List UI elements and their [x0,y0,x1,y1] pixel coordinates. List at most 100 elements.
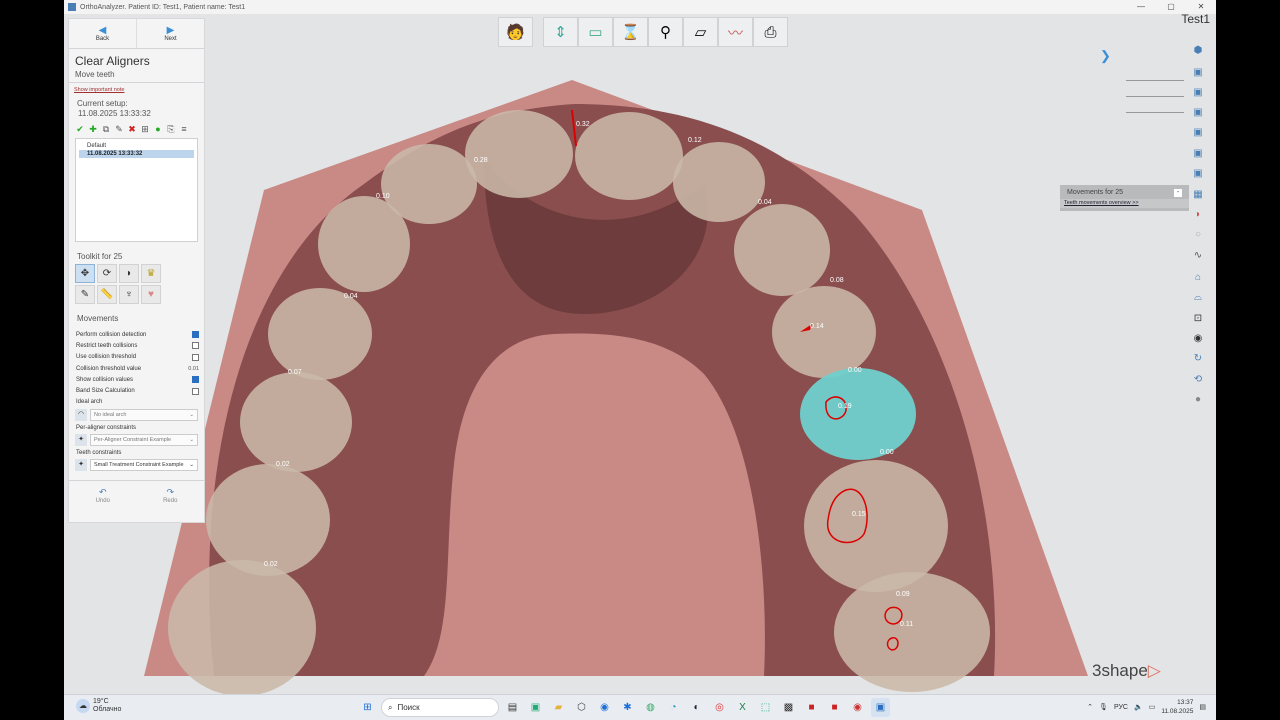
back-button[interactable]: ◀ Back [69,19,136,48]
chevron-up-icon[interactable]: ⌃ [1087,703,1093,711]
root-tool-button[interactable]: ⚲ [648,17,683,47]
move-teeth-button[interactable]: ⇕ [543,17,578,47]
option-band-size[interactable]: Band Size Calculation [69,385,204,396]
next-button[interactable]: ▶ Next [136,19,204,48]
tooth-26[interactable] [804,460,948,592]
play-icon[interactable]: ● [153,124,163,134]
rotate-view-icon[interactable]: ↻ [1190,352,1206,366]
add-setup-icon[interactable]: ✚ [88,124,98,134]
tooth-color-icon[interactable]: ◗ [1190,208,1206,222]
setup-item-current[interactable]: 11.08.2025 13:33:32 [79,150,194,158]
crown-icon[interactable]: ♛ [141,264,161,283]
checkbox[interactable] [192,387,199,395]
edge-icon[interactable]: ◔ [664,698,683,717]
app-icon[interactable]: ◉ [595,698,614,717]
per-aligner-select[interactable]: ✦ Per-Aligner Constraint Example ⌄ [75,434,198,447]
patient-photo-button[interactable]: 🧑 [498,17,533,47]
teeth-constraints-select[interactable]: ✦ Small Treatment Constraint Example ⌄ [75,459,198,472]
tooth-15[interactable] [240,372,352,472]
minimize-button[interactable]: — [1126,0,1156,14]
important-note-link[interactable]: Show important note [69,83,204,97]
upper-jaw-icon[interactable]: ⌂ [1190,271,1206,285]
app-icon[interactable]: ◉ [848,698,867,717]
language-indicator[interactable]: РУС [1114,704,1128,711]
app-icon[interactable]: ▩ [779,698,798,717]
checkbox[interactable] [192,331,199,339]
grid-icon[interactable]: ▦ [1190,188,1206,202]
tooth-13[interactable] [318,196,410,292]
zoom-fit-icon[interactable]: ⊡ [1190,312,1206,326]
battery-icon[interactable]: ▭ [1149,703,1156,711]
delete-setup-icon[interactable]: ✖ [127,124,137,134]
tooth-24[interactable] [772,286,876,378]
folder-icon[interactable]: ▰ [549,698,568,717]
ruler-tool-icon[interactable]: 📏 [97,285,117,304]
layer-icon[interactable]: ▣ [1190,126,1206,140]
reset-view-icon[interactable]: ⟲ [1190,373,1206,387]
checkbox[interactable] [192,353,199,361]
notification-icon[interactable]: ▤ [1199,703,1206,711]
setup-item-default[interactable]: Default [79,142,194,150]
visibility-slider[interactable] [1126,80,1184,81]
screenshot-icon[interactable]: ◉ [1190,332,1206,346]
rotate-tool-icon[interactable]: ⟳ [97,264,117,283]
print-tool-button[interactable]: ⎙ [753,17,788,47]
tooth-23[interactable] [734,204,830,296]
attachment-tool-button[interactable]: ⏥ [683,17,718,47]
3d-viewport[interactable]: 0.32 0.28 0.12 0.10 0.04 0.08 0.04 0.14 … [64,14,1216,694]
tooth-25-selected[interactable] [800,368,916,460]
task-view-icon[interactable]: ▤ [503,698,522,717]
tooth-tool-button[interactable]: ⌛ [613,17,648,47]
tooth-21[interactable] [575,112,683,200]
option-show-collision-values[interactable]: Show collision values [69,374,204,385]
app-icon[interactable]: ⬚ [756,698,775,717]
layer-icon[interactable]: ▣ [1190,86,1206,100]
app-icon[interactable]: ▣ [526,698,545,717]
aligner-tool-button[interactable]: 〰 [718,17,753,47]
start-icon[interactable]: ⊞ [358,698,377,717]
expand-panel-icon[interactable]: ❯ [1100,48,1111,64]
visibility-slider[interactable] [1126,96,1184,97]
orthoanalyzer-icon[interactable]: ▣ [871,698,890,717]
visibility-slider[interactable] [1126,112,1184,113]
weather-widget[interactable]: ☁ 19°C Облачно [76,698,121,714]
undo-button[interactable]: ↶ Undo [69,481,137,510]
curve-icon[interactable]: ∿ [1190,249,1206,263]
option-collision-detection[interactable]: Perform collision detection [69,329,204,340]
checkbox[interactable] [192,342,199,350]
checkbox[interactable] [192,376,199,384]
collapse-button[interactable]: - [1174,189,1182,197]
option-threshold-value[interactable]: Collision threshold value 0.01 [69,363,204,374]
threshold-stepper[interactable]: 0.01 [188,366,199,372]
teeth-movements-overview-link[interactable]: Teeth movements overview >> [1060,199,1189,208]
settings-icon[interactable]: ≡ [179,124,189,134]
layer-icon[interactable]: ▣ [1190,106,1206,120]
excel-icon[interactable]: X [733,698,752,717]
apply-icon[interactable]: ✔ [75,124,85,134]
rename-setup-icon[interactable]: ✎ [114,124,124,134]
heart-tool-icon[interactable]: ♥ [141,285,161,304]
speaker-icon[interactable]: 🔈 [1134,703,1143,711]
copy-setup-icon[interactable]: ⧉ [101,124,111,134]
tooth-27[interactable] [834,572,990,692]
bluetooth-icon[interactable]: ✱ [618,698,637,717]
tooth-16[interactable] [206,464,330,576]
layer-icon[interactable]: ▣ [1190,167,1206,181]
tooth-shape-icon[interactable]: ◗ [119,264,139,283]
tooth-11[interactable] [465,110,573,198]
redo-button[interactable]: ↷ Redo [137,481,205,510]
chrome-icon[interactable]: ◎ [710,698,729,717]
steam-icon[interactable]: ◐ [687,698,706,717]
app-icon[interactable]: ◍ [641,698,660,717]
tooth-14[interactable] [268,288,372,380]
app-icon[interactable]: ■ [802,698,821,717]
implant-icon[interactable]: ♆ [119,285,139,304]
app-icon[interactable]: ■ [825,698,844,717]
view-tooth-icon[interactable]: ⬢ [1190,44,1206,58]
tooth-17[interactable] [168,560,316,694]
layer-icon[interactable]: ▣ [1190,147,1206,161]
tooth-22[interactable] [673,142,765,222]
ideal-arch-select[interactable]: ◠ No ideal arch ⌄ [75,409,198,422]
move-tooth-tool-icon[interactable]: ✥ [75,264,95,283]
lower-jaw-icon[interactable]: ⌓ [1190,291,1206,305]
